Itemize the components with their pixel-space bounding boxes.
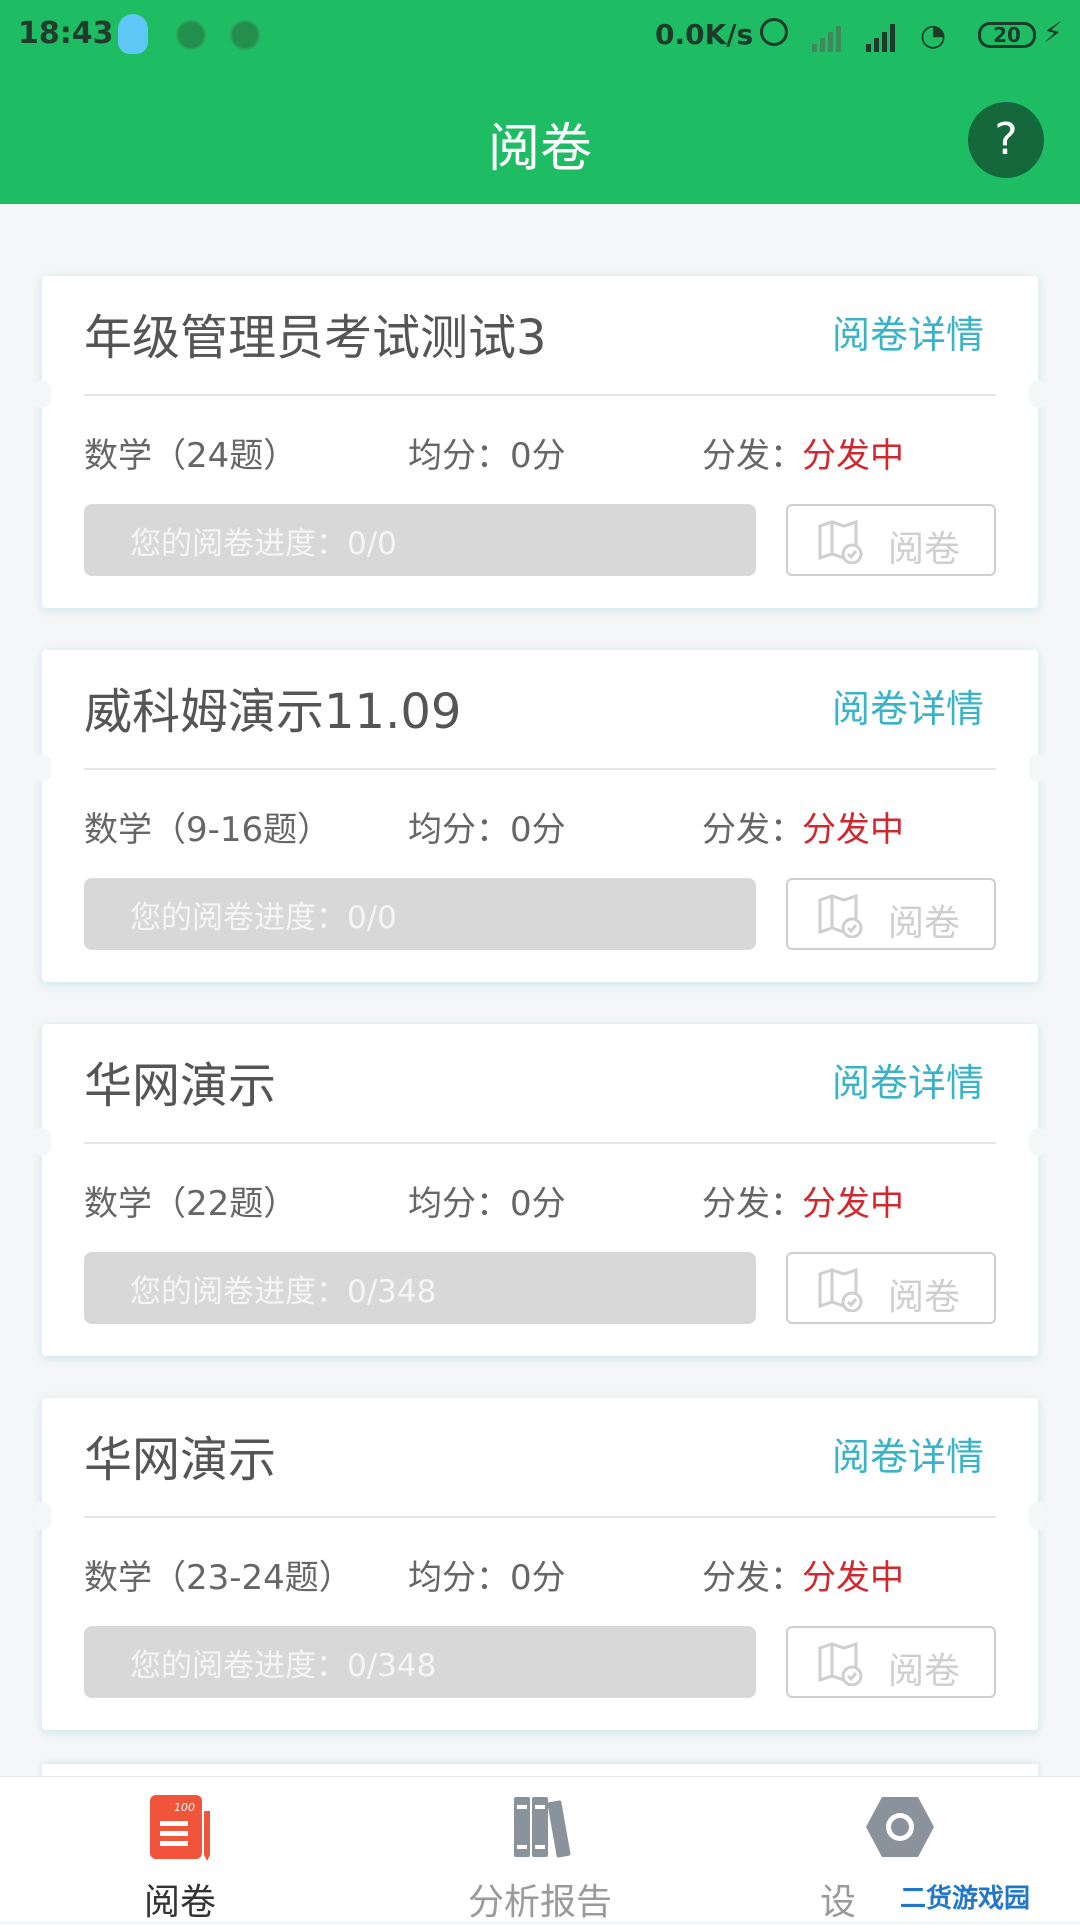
battery-icon: 20 [978,22,1036,48]
card-notch [33,1502,51,1530]
exam-card: 年级管理员考试测试3 阅卷详情 数学（24题） 均分：0分 分发： 分发中 您的… [33,276,1047,608]
help-button[interactable]: ? [968,102,1044,178]
grade-button-label: 阅卷 [888,1277,961,1318]
distribution-label: 分发： [702,810,804,850]
divider [84,1516,996,1518]
wifi-icon: ◔ [920,18,947,53]
card-notch [33,1128,51,1156]
status-time: 18:43 [18,16,114,51]
grading-progress-bar: 您的阅卷进度：0/348 [84,1252,756,1324]
progress-text: 您的阅卷进度：0/348 [130,1648,437,1684]
exam-card: 威科姆演示11.09 阅卷详情 数学（9-16题） 均分：0分 分发： 分发中 … [33,650,1047,982]
nav-item-analysis-report[interactable]: 分析报告 [440,1777,640,1923]
grade-button-label: 阅卷 [888,903,961,944]
book-check-icon [818,1642,863,1686]
card-notch [33,754,51,782]
grading-details-link[interactable]: 阅卷详情 [832,678,984,733]
subject-label: 数学（24题） [84,436,298,476]
site-watermark: 二货游戏园 [900,1878,1031,1915]
book-check-icon [818,520,863,564]
grading-details-link[interactable]: 阅卷详情 [832,1052,984,1107]
distribution-status: 分发中 [802,1184,904,1224]
grading-progress-bar: 您的阅卷进度：0/0 [84,504,756,576]
notification-dot-icon [176,20,206,50]
divider [84,1142,996,1144]
distribution-status: 分发中 [802,810,904,850]
card-notch [33,380,51,408]
subject-label: 数学（23-24题） [84,1558,353,1598]
distribution-label: 分发： [702,1184,804,1224]
exam-title: 威科姆演示11.09 [84,684,462,740]
qq-notification-icon [118,14,148,54]
average-score: 均分：0分 [408,810,566,850]
grade-button[interactable]: 阅卷 [786,878,996,950]
grading-progress-bar: 您的阅卷进度：0/0 [84,878,756,950]
notification-dot-icon [230,20,260,50]
exam-card: 华网演示 阅卷详情 数学（23-24题） 均分：0分 分发： 分发中 您的阅卷进… [33,1398,1047,1730]
grade-button[interactable]: 阅卷 [786,1626,996,1698]
progress-text: 您的阅卷进度：0/0 [130,526,397,562]
charging-bolt-icon: ⚡ [1043,16,1063,49]
grade-button-label: 阅卷 [888,1651,961,1692]
settings-hexagon-icon [866,1797,934,1857]
books-report-icon [514,1797,571,1858]
subject-label: 数学（9-16题） [84,810,332,850]
app-bar: 阅卷 ? [0,72,1080,204]
signal-weak-icon [812,22,841,52]
exam-title: 年级管理员考试测试3 [84,310,547,366]
nav-label: 分析报告 [467,1882,612,1923]
alarm-icon [760,18,788,46]
average-score: 均分：0分 [408,1558,566,1598]
grading-details-link[interactable]: 阅卷详情 [832,1426,984,1481]
grade-button[interactable]: 阅卷 [786,504,996,576]
exam-title: 华网演示 [84,1432,277,1488]
card-notch [1029,1128,1047,1156]
distribution-label: 分发： [702,436,804,476]
page-title: 阅卷 [487,119,592,179]
distribution-label: 分发： [702,1558,804,1598]
subject-label: 数学（22题） [84,1184,298,1224]
grade-button-label: 阅卷 [888,529,961,570]
divider [84,394,996,396]
card-notch [1029,1502,1047,1530]
grade-button[interactable]: 阅卷 [786,1252,996,1324]
average-score: 均分：0分 [408,436,566,476]
network-speed: 0.0K/s [655,18,754,51]
nav-item-grading[interactable]: 100 阅卷 [80,1777,280,1923]
signal-hd-icon [866,22,895,52]
card-notch [1029,380,1047,408]
card-notch [1029,754,1047,782]
progress-text: 您的阅卷进度：0/348 [130,1274,437,1310]
divider [84,768,996,770]
grading-details-link[interactable]: 阅卷详情 [832,304,984,359]
progress-text: 您的阅卷进度：0/0 [130,900,397,936]
nav-label: 阅卷 [143,1882,216,1923]
svg-text:100: 100 [174,1801,195,1814]
book-check-icon [818,894,863,938]
distribution-status: 分发中 [802,436,904,476]
book-check-icon [818,1268,863,1312]
grading-paper-icon: 100 [150,1795,210,1861]
status-bar: 18:43 0.0K/s ◔ 20 ⚡ [0,0,1080,72]
exam-card: 华网演示 阅卷详情 数学（22题） 均分：0分 分发： 分发中 您的阅卷进度：0… [33,1024,1047,1356]
distribution-status: 分发中 [802,1558,904,1598]
average-score: 均分：0分 [408,1184,566,1224]
grading-progress-bar: 您的阅卷进度：0/348 [84,1626,756,1698]
exam-title: 华网演示 [84,1058,277,1114]
battery-level: 20 [993,23,1021,47]
